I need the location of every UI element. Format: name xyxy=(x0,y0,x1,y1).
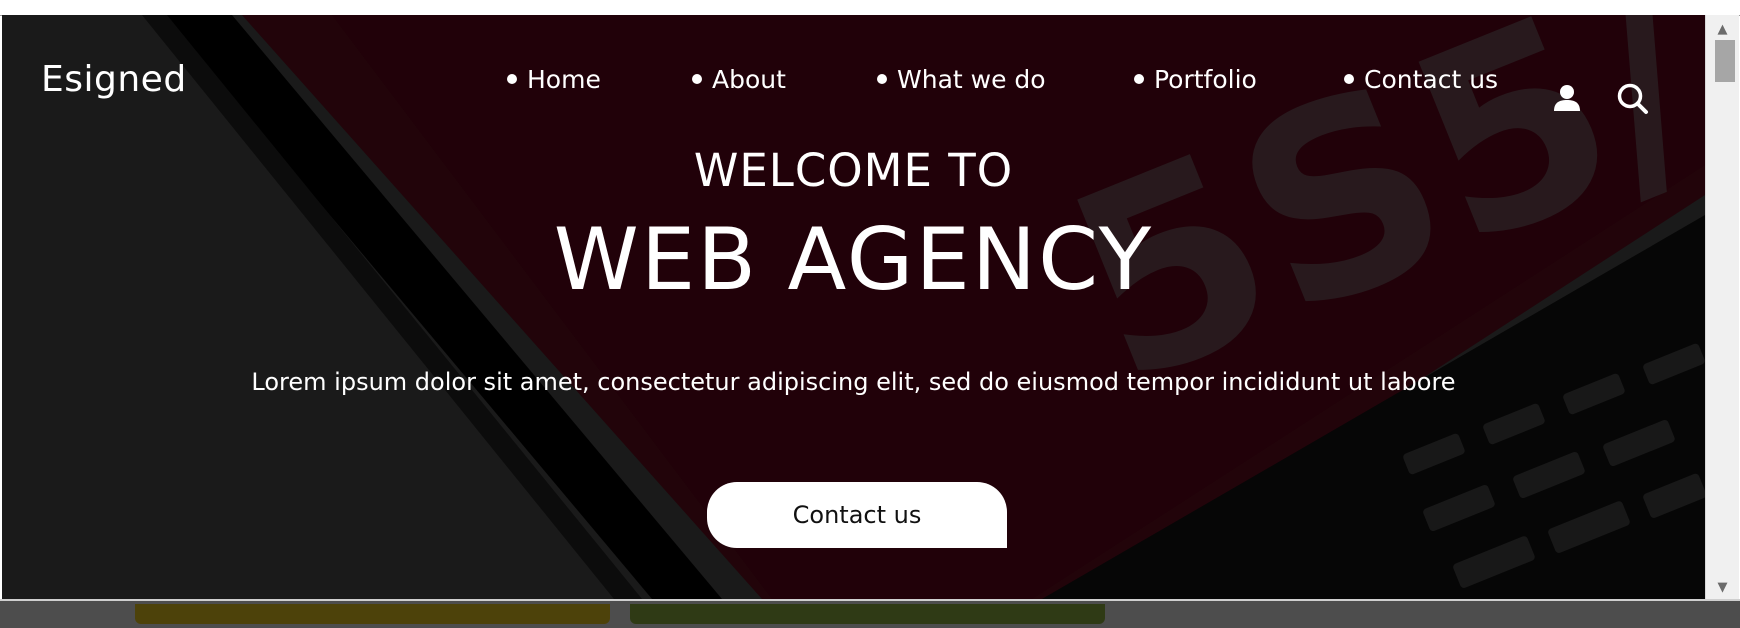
hero-title: WEB AGENCY xyxy=(553,210,1154,310)
scroll-up-arrow-icon[interactable]: ▲ xyxy=(1706,19,1739,39)
scrollbar-thumb[interactable] xyxy=(1715,40,1735,82)
hero-welcome-text: WELCOME TO xyxy=(693,144,1014,197)
nav-item-label: What we do xyxy=(897,65,1046,94)
scroll-down-arrow-icon[interactable]: ▼ xyxy=(1706,577,1739,597)
bullet-icon xyxy=(877,74,887,84)
nav-item-what-we-do[interactable]: What we do xyxy=(877,65,1046,94)
nav-item-label: About xyxy=(712,65,786,94)
nav-item-label: Portfolio xyxy=(1154,65,1257,94)
green-card-edge xyxy=(630,604,1105,624)
window-top-border xyxy=(0,0,1740,16)
hero-subtitle: Lorem ipsum dolor sit amet, consectetur … xyxy=(251,368,1456,396)
bullet-icon xyxy=(692,74,702,84)
user-icon[interactable] xyxy=(1550,81,1584,115)
bullet-icon xyxy=(507,74,517,84)
nav-item-about[interactable]: About xyxy=(692,65,786,94)
yellow-card-edge xyxy=(135,604,610,624)
main-nav: Home About What we do Portfolio Contact … xyxy=(2,65,1705,105)
bottom-content-strip xyxy=(0,599,1740,628)
search-icon[interactable] xyxy=(1615,81,1649,115)
nav-item-label: Home xyxy=(527,65,601,94)
vertical-scrollbar[interactable]: ▲ ▼ xyxy=(1705,15,1739,599)
contact-us-button[interactable]: Contact us xyxy=(707,482,1007,548)
nav-item-portfolio[interactable]: Portfolio xyxy=(1134,65,1257,94)
hero-section: 5S5/ Esigned Home About What we do Portf… xyxy=(2,15,1705,599)
bullet-icon xyxy=(1134,74,1144,84)
nav-item-contact-us[interactable]: Contact us xyxy=(1344,65,1498,94)
nav-item-label: Contact us xyxy=(1364,65,1499,94)
bullet-icon xyxy=(1344,74,1354,84)
nav-item-home[interactable]: Home xyxy=(507,65,601,94)
